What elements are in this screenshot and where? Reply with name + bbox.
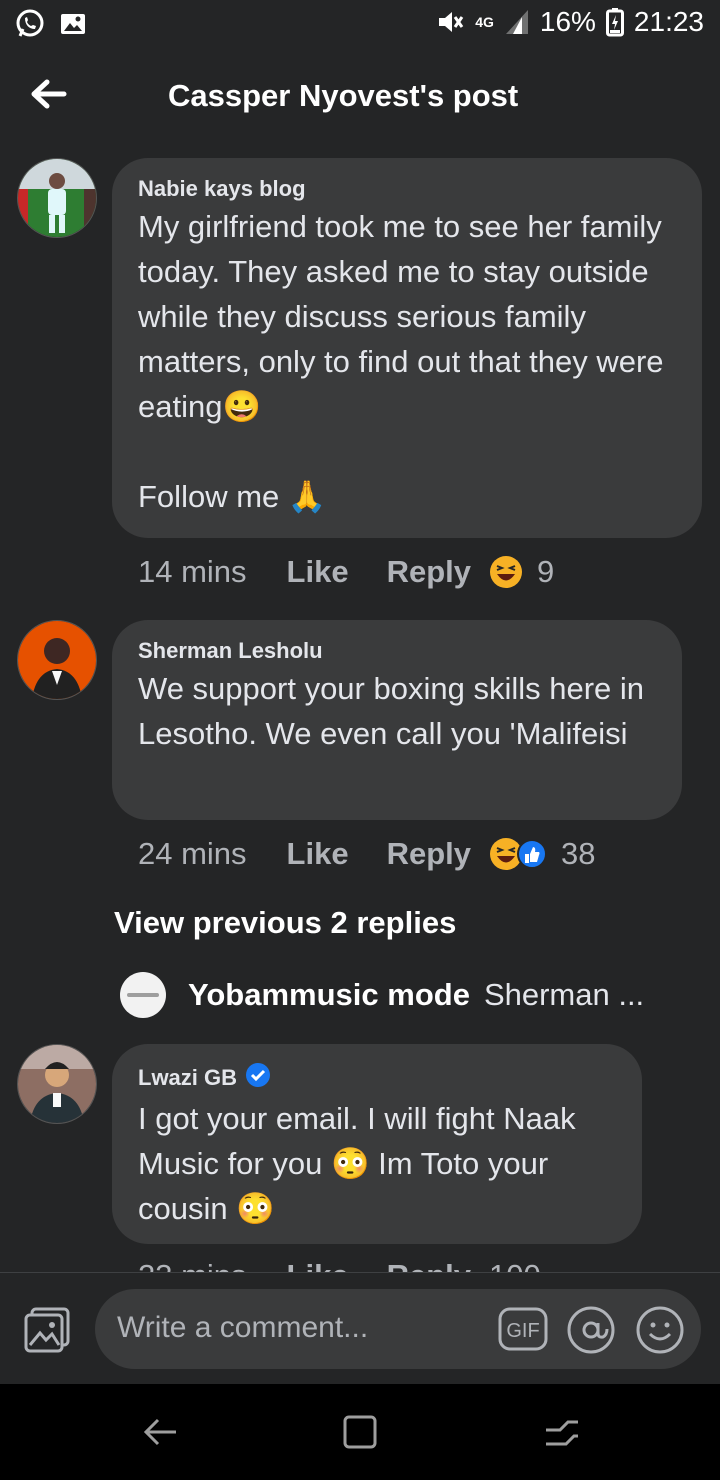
verified-badge-icon (245, 1062, 271, 1094)
comment-author[interactable]: Lwazi GB (138, 1065, 237, 1091)
comment-author[interactable]: Sherman Lesholu (138, 638, 656, 664)
svg-text:GIF: GIF (506, 1320, 539, 1342)
reaction-count[interactable]: 9 (537, 554, 554, 590)
reply-author[interactable]: Yobammusic mode (188, 977, 470, 1013)
signal-icon (504, 8, 530, 36)
whatsapp-icon (14, 8, 46, 40)
comment-bubble[interactable]: Lwazi GB I got your email. I will fight … (112, 1044, 642, 1244)
view-previous-replies[interactable]: View previous 2 replies (114, 905, 456, 941)
comment-composer: Write a comment... GIF (0, 1272, 720, 1385)
haha-reaction-icon[interactable] (489, 837, 547, 871)
like-button[interactable]: Like (287, 554, 349, 590)
network-type: 4G (475, 14, 494, 30)
header: Cassper Nyovest's post (0, 58, 720, 138)
comment-text: My girlfriend took me to see her family … (138, 209, 664, 514)
avatar[interactable] (17, 620, 97, 700)
battery-icon (605, 7, 624, 37)
comment-actions: 24 mins Like Reply 38 (138, 836, 595, 872)
gallery-icon (60, 12, 86, 36)
nav-home-icon[interactable] (338, 1410, 382, 1454)
emoji-icon[interactable] (635, 1305, 685, 1355)
battery-percent: 16% (539, 6, 596, 37)
comment-text: We support your boxing skills here in Le… (138, 671, 645, 751)
reaction-count[interactable]: 38 (561, 836, 595, 872)
photo-icon[interactable] (22, 1305, 72, 1355)
mention-icon[interactable] (566, 1305, 616, 1355)
reply-preview-text[interactable]: Sherman ... (484, 977, 644, 1013)
clock: 21:23 (633, 6, 704, 37)
comment-time: 14 mins (138, 554, 247, 589)
comment-placeholder: Write a comment... (117, 1311, 369, 1344)
reply-button[interactable]: Reply (387, 836, 471, 872)
nav-back-icon[interactable] (138, 1410, 182, 1454)
comment-bubble[interactable]: Sherman Lesholu We support your boxing s… (112, 620, 682, 820)
comment-input[interactable]: Write a comment... GIF (95, 1289, 701, 1369)
gif-icon[interactable]: GIF (498, 1306, 548, 1352)
back-arrow-icon[interactable] (28, 74, 68, 114)
reply-preview-row[interactable]: Yobammusic mode Sherman ... (120, 972, 644, 1018)
avatar[interactable] (17, 158, 97, 238)
like-button[interactable]: Like (287, 836, 349, 872)
comment-bubble[interactable]: Nabie kays blog My girlfriend took me to… (112, 158, 702, 538)
comment-time: 24 mins (138, 836, 247, 871)
comment-author[interactable]: Nabie kays blog (138, 176, 676, 202)
comment-actions: 14 mins Like Reply 9 (138, 554, 554, 590)
status-bar: 4G 16% 21:23 (0, 0, 720, 50)
avatar[interactable] (17, 1044, 97, 1124)
reply-button[interactable]: Reply (387, 554, 471, 590)
avatar[interactable] (120, 972, 166, 1018)
mute-icon (435, 7, 465, 37)
nav-recents-icon[interactable] (540, 1410, 584, 1454)
navigation-bar (0, 1384, 720, 1480)
comment-text: I got your email. I will fight Naak Musi… (138, 1101, 576, 1226)
haha-reaction-icon[interactable] (489, 555, 523, 589)
page-title: Cassper Nyovest's post (168, 78, 519, 113)
comment-author-row: Lwazi GB (138, 1062, 616, 1094)
